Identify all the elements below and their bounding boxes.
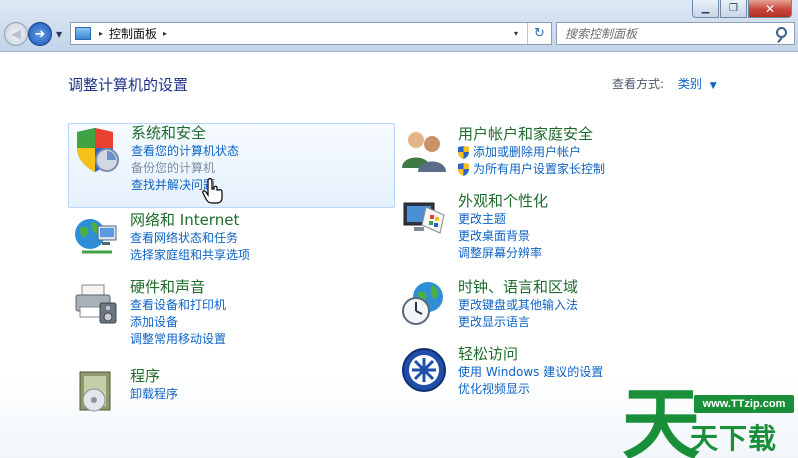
link-add-remove-accounts-label[interactable]: 添加或删除用户帐户 [473,145,581,159]
programs-icon [79,371,111,412]
uac-shield-icon [458,146,469,159]
category-title-hardware[interactable]: 硬件和声音 [130,277,226,297]
category-appearance-text: 外观和个性化 更改主题 更改桌面背景 调整屏幕分辨率 [458,191,548,262]
appearance-icon [403,202,445,234]
category-clock-region[interactable]: 时钟、语言和区域 更改键盘或其他输入法 更改显示语言 [396,277,726,337]
category-network[interactable]: 网络和 Internet 查看网络状态和任务 选择家庭组和共享选项 [68,210,395,270]
network-globe-icon [75,219,117,254]
category-title-user-accounts[interactable]: 用户帐户和家庭安全 [458,124,605,144]
category-ease-access-text: 轻松访问 使用 Windows 建议的设置 优化视频显示 [458,344,603,398]
close-button[interactable]: ✕ [748,0,792,18]
view-by-caret-icon[interactable]: ▼ [710,81,717,91]
link-mobility-settings[interactable]: 调整常用移动设置 [130,331,226,348]
refresh-button[interactable]: ↻ [527,23,551,44]
category-title-appearance[interactable]: 外观和个性化 [458,191,548,211]
clock-globe-icon [402,282,443,325]
category-system-security[interactable]: 系统和安全 查看您的计算机状态 备份您的计算机 查找并解决问题 [68,123,395,208]
link-change-input-method[interactable]: 更改键盘或其他输入法 [458,297,578,314]
link-devices-printers[interactable]: 查看设备和打印机 [130,297,226,314]
ease-of-access-icon [402,348,446,392]
category-hardware-text: 硬件和声音 查看设备和打印机 添加设备 调整常用移动设置 [130,277,226,348]
forward-button[interactable]: ➜ [28,22,52,46]
printer-icon [75,284,117,324]
link-uninstall-program[interactable]: 卸载程序 [130,386,178,403]
category-title-clock-region[interactable]: 时钟、语言和区域 [458,277,578,297]
link-parental-controls-label[interactable]: 为所有用户设置家长控制 [473,162,605,176]
breadcrumb-chevron-icon[interactable]: ▸ [163,29,167,38]
link-parental-controls[interactable]: 为所有用户设置家长控制 [458,161,605,178]
category-programs[interactable]: 程序 卸载程序 [68,366,395,416]
watermark-url: www.TTzip.com [694,395,794,413]
link-desktop-background[interactable]: 更改桌面背景 [458,228,548,245]
category-title-network[interactable]: 网络和 Internet [130,210,250,230]
category-user-accounts-text: 用户帐户和家庭安全 添加或删除用户帐户 为所有用户设置家长控制 [458,124,605,178]
breadcrumb-control-panel[interactable]: 控制面板 [109,25,157,42]
uac-shield-icon [458,163,469,176]
breadcrumb-separator-icon[interactable]: ▸ [99,29,103,38]
category-user-accounts[interactable]: 用户帐户和家庭安全 添加或删除用户帐户 为所有用户设置家长控制 [396,124,726,184]
category-title-system-security[interactable]: 系统和安全 [131,123,239,143]
link-screen-resolution[interactable]: 调整屏幕分辨率 [458,245,548,262]
users-icon [402,132,446,172]
category-programs-text: 程序 卸载程序 [130,366,178,403]
shield-icon [77,128,119,172]
view-by-label: 查看方式: [612,77,665,91]
link-optimize-video-display[interactable]: 优化视频显示 [458,381,603,398]
link-backup-computer[interactable]: 备份您的计算机 [131,160,239,177]
link-add-remove-accounts[interactable]: 添加或删除用户帐户 [458,144,605,161]
link-change-theme[interactable]: 更改主题 [458,211,548,228]
recent-pages-dropdown-icon[interactable]: ▼ [56,30,62,39]
link-network-status[interactable]: 查看网络状态和任务 [130,230,250,247]
address-bar[interactable]: ▸ 控制面板 ▸ ▾ ↻ [70,22,552,45]
link-add-device[interactable]: 添加设备 [130,314,226,331]
window-chrome: ▁ ❐ ✕ ◀ ➜ ▼ ▸ 控制面板 ▸ ▾ ↻ [0,0,798,52]
search-icon[interactable] [776,27,787,38]
watermark-big-char: 天 [622,381,700,458]
category-network-text: 网络和 Internet 查看网络状态和任务 选择家庭组和共享选项 [130,210,250,264]
control-panel-icon [75,27,91,40]
category-title-ease-access[interactable]: 轻松访问 [458,344,603,364]
link-view-computer-status[interactable]: 查看您的计算机状态 [131,143,239,160]
view-by: 查看方式: 类别 ▼ [612,75,717,92]
view-by-dropdown[interactable]: 类别 [678,77,702,91]
watermark-text: 天下载 [690,422,778,455]
category-hardware[interactable]: 硬件和声音 查看设备和打印机 添加设备 调整常用移动设置 [68,277,395,352]
maximize-button[interactable]: ❐ [720,0,747,18]
category-clock-region-text: 时钟、语言和区域 更改键盘或其他输入法 更改显示语言 [458,277,578,331]
link-homegroup-sharing[interactable]: 选择家庭组和共享选项 [130,247,250,264]
back-button[interactable]: ◀ [4,22,28,46]
link-change-display-language[interactable]: 更改显示语言 [458,314,578,331]
address-dropdown-icon[interactable]: ▾ [507,23,525,44]
hand-cursor-icon [202,178,223,204]
search-input[interactable] [565,26,775,41]
page-title: 调整计算机的设置 [68,76,189,94]
watermark-logo-icon: 天 [622,381,700,458]
category-appearance[interactable]: 外观和个性化 更改主题 更改桌面背景 调整屏幕分辨率 [396,191,726,266]
category-title-programs[interactable]: 程序 [130,366,178,386]
minimize-button[interactable]: ▁ [692,0,719,18]
link-windows-recommended-settings[interactable]: 使用 Windows 建议的设置 [458,364,603,381]
search-box[interactable] [556,22,795,45]
window-buttons: ▁ ❐ ✕ [691,0,792,18]
